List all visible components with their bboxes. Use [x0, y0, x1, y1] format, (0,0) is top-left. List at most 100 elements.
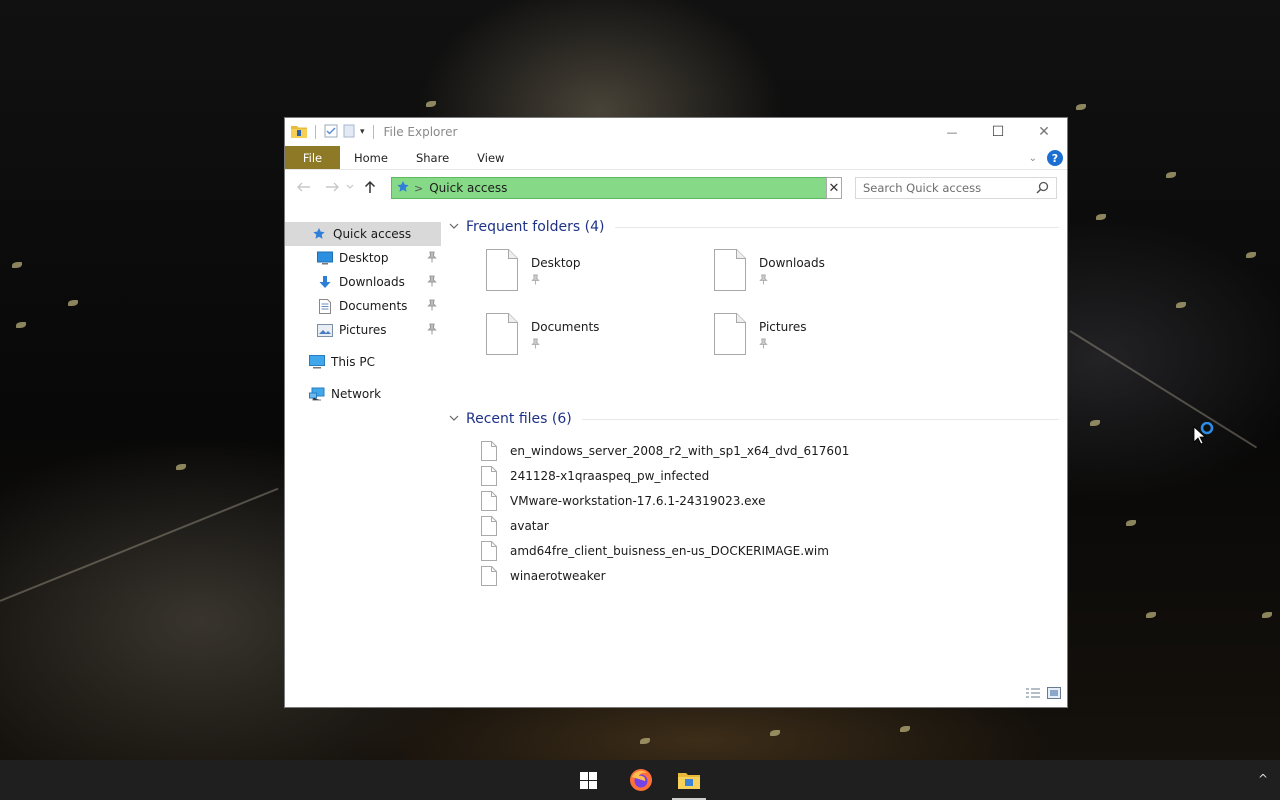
file-explorer-window: ▾ File Explorer — ☐ ✕ File Home Share Vi…	[284, 117, 1068, 708]
wallpaper-leaf	[1076, 104, 1086, 110]
forward-button[interactable]	[321, 176, 343, 198]
show-hidden-icons-chevron-icon[interactable]: ^	[1258, 772, 1268, 786]
sidebar-item-quick-access[interactable]: Quick access	[285, 222, 441, 246]
address-clear-button[interactable]: ✕	[826, 177, 842, 199]
file-icon	[481, 490, 497, 511]
pin-icon	[427, 299, 437, 314]
quick-access-star-icon	[311, 226, 327, 242]
chevron-down-icon	[346, 184, 354, 189]
up-button[interactable]	[359, 176, 381, 198]
taskbar: ^	[0, 760, 1280, 800]
recent-files-list: en_windows_server_2008_r2_with_sp1_x64_d…	[449, 438, 1059, 588]
sidebar-item-this-pc[interactable]: This PC	[285, 350, 441, 374]
tab-file[interactable]: File	[285, 146, 340, 169]
list-item[interactable]: VMware-workstation-17.6.1-24319023.exe	[449, 488, 1059, 513]
window-controls: — ☐ ✕	[929, 118, 1067, 146]
back-arrow-icon	[297, 182, 310, 192]
properties-icon[interactable]	[324, 124, 338, 141]
frequent-folders-grid: Desktop Downloads Documents Pictures	[449, 238, 1059, 386]
file-name: en_windows_server_2008_r2_with_sp1_x64_d…	[510, 443, 850, 458]
wallpaper-leaf	[1146, 612, 1156, 618]
list-item[interactable]: en_windows_server_2008_r2_with_sp1_x64_d…	[449, 438, 1059, 463]
new-folder-icon[interactable]	[342, 124, 356, 141]
search-box[interactable]	[855, 177, 1057, 199]
back-button[interactable]	[293, 176, 315, 198]
address-bar[interactable]: > Quick access	[391, 177, 842, 199]
downloads-icon	[317, 274, 333, 290]
windows-start-icon	[579, 771, 597, 789]
ribbon-right: ⌄ ?	[1029, 150, 1063, 166]
close-button[interactable]: ✕	[1021, 118, 1067, 146]
folder-file-icon	[486, 313, 518, 355]
wallpaper-leaf	[1090, 420, 1100, 426]
wallpaper-leaf	[900, 726, 910, 732]
tab-home[interactable]: Home	[340, 146, 402, 169]
wallpaper-leaf	[1126, 520, 1136, 526]
pin-icon	[427, 323, 437, 338]
list-item[interactable]: winaerotweaker	[449, 563, 1059, 588]
ribbon-tabs: File Home Share View ⌄ ?	[285, 146, 1067, 170]
wallpaper-leaf	[176, 464, 186, 470]
file-name: VMware-workstation-17.6.1-24319023.exe	[510, 493, 766, 508]
customize-toolbar-icon[interactable]: ▾	[360, 127, 365, 137]
wallpaper-leaf	[1246, 252, 1256, 258]
recent-files-header[interactable]: Recent files (6)	[449, 408, 1059, 430]
sidebar-item-downloads[interactable]: Downloads	[285, 270, 441, 294]
expand-ribbon-chevron-icon[interactable]: ⌄	[1029, 153, 1037, 164]
up-arrow-icon	[364, 180, 376, 193]
file-name: avatar	[510, 518, 549, 533]
sidebar-item-desktop[interactable]: Desktop	[285, 246, 441, 270]
quick-access-toolbar: ▾	[285, 124, 378, 141]
large-icons-view-icon[interactable]	[1047, 687, 1061, 702]
file-icon	[481, 465, 497, 486]
collapse-chevron-icon[interactable]	[449, 414, 465, 425]
file-name: winaerotweaker	[510, 568, 606, 583]
file-explorer-icon	[678, 773, 700, 789]
folder-app-icon	[291, 124, 307, 141]
maximize-button[interactable]: ☐	[975, 118, 1021, 146]
folder-name: Pictures	[759, 320, 807, 334]
details-view-icon[interactable]	[1025, 687, 1041, 702]
firefox-icon	[630, 769, 652, 791]
pictures-icon	[317, 322, 333, 338]
taskbar-file-explorer[interactable]	[666, 760, 712, 800]
sidebar-item-pictures[interactable]: Pictures	[285, 318, 441, 342]
folder-file-icon	[486, 249, 518, 291]
frequent-folders-header[interactable]: Frequent folders (4)	[449, 216, 1059, 238]
folder-tile-downloads[interactable]: Downloads	[713, 248, 933, 298]
tab-view[interactable]: View	[463, 146, 518, 169]
folder-tile-pictures[interactable]: Pictures	[713, 312, 933, 362]
pin-icon	[759, 274, 825, 288]
folder-tile-documents[interactable]: Documents	[485, 312, 705, 362]
wallpaper-leaf	[426, 101, 436, 107]
minimize-button[interactable]: —	[929, 118, 975, 146]
list-item[interactable]: 241128-x1qraaspeq_pw_infected	[449, 463, 1059, 488]
recent-locations-button[interactable]	[343, 176, 357, 198]
sidebar-item-network[interactable]: Network	[285, 382, 441, 406]
start-button[interactable]	[565, 760, 611, 800]
sidebar-item-documents[interactable]: Documents	[285, 294, 441, 318]
wallpaper-leaf	[640, 738, 650, 744]
list-item[interactable]: avatar	[449, 513, 1059, 538]
pin-icon	[531, 338, 599, 352]
breadcrumb-separator-icon: >	[414, 181, 424, 195]
folder-tile-desktop[interactable]: Desktop	[485, 248, 705, 298]
sidebar-item-label: Downloads	[339, 275, 405, 289]
sidebar-item-label: This PC	[331, 355, 375, 369]
taskbar-firefox[interactable]	[618, 760, 664, 800]
collapse-chevron-icon[interactable]	[449, 222, 465, 233]
search-input[interactable]	[863, 181, 1033, 195]
group-divider	[581, 418, 1059, 420]
quick-access-star-icon	[396, 180, 410, 197]
file-icon	[481, 440, 497, 461]
busy-cursor-icon	[1193, 421, 1217, 449]
help-icon[interactable]: ?	[1047, 150, 1063, 166]
breadcrumb-quick-access[interactable]: Quick access	[429, 181, 507, 195]
wallpaper-leaf	[1096, 214, 1106, 220]
wallpaper-leaf	[68, 300, 78, 306]
file-icon	[481, 540, 497, 561]
tab-share[interactable]: Share	[402, 146, 463, 169]
list-item[interactable]: amd64fre_client_buisness_en-us_DOCKERIMA…	[449, 538, 1059, 563]
